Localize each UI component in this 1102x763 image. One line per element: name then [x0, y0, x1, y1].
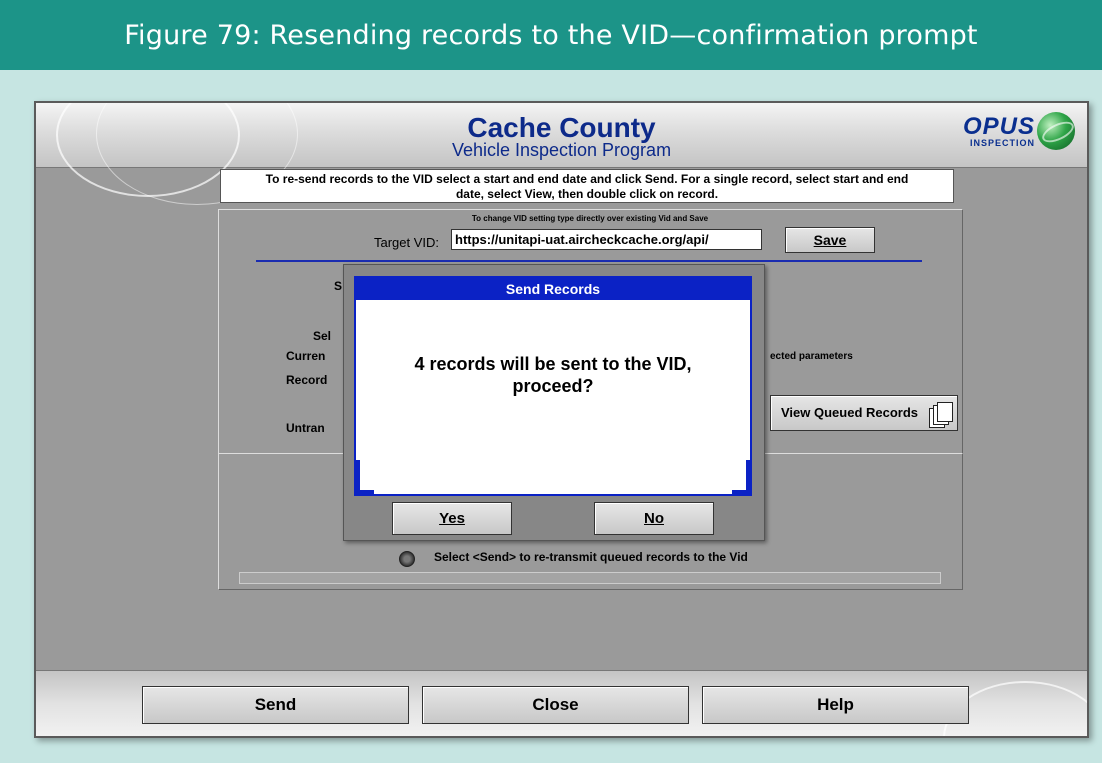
instructions-box: To re-send records to the VID select a s…: [220, 169, 954, 203]
records-label-partial: Record: [286, 373, 328, 387]
app-window: Cache County Vehicle Inspection Program …: [34, 101, 1089, 738]
save-button-label: Save: [813, 232, 847, 248]
send-button[interactable]: Send: [142, 686, 409, 724]
current-label-partial: Curren: [286, 349, 326, 363]
yes-button-label: Yes: [439, 510, 465, 527]
opus-logo-text: OPUS: [962, 113, 1035, 140]
untransmitted-label-partial: Untran: [286, 421, 325, 435]
figure-caption: Figure 79: Resending records to the VID—…: [0, 0, 1102, 70]
close-button[interactable]: Close: [422, 686, 689, 724]
dialog-message-line-2: proceed?: [512, 376, 594, 396]
dialog-title: Send Records: [356, 278, 750, 300]
send-hint-text: Select <Send> to re-transmit queued reco…: [434, 550, 748, 564]
change-vid-note: To change VID setting type directly over…: [471, 214, 709, 223]
target-vid-label: Target VID:: [374, 235, 440, 250]
divider: [256, 260, 922, 262]
opus-logo-subtext: INSPECTION: [969, 138, 1035, 148]
dialog-message: 4 records will be sent to the VID, proce…: [356, 353, 750, 397]
instructions-line-2: date, select View, then double click on …: [455, 187, 719, 201]
help-button[interactable]: Help: [702, 686, 969, 724]
globe-logo-icon: [1037, 112, 1075, 150]
dialog-corner-decoration: [354, 460, 374, 496]
title-bar: Cache County Vehicle Inspection Program …: [36, 103, 1087, 205]
dialog-corner-decoration: [732, 460, 752, 496]
refresh-icon: [399, 551, 415, 567]
dialog-content: Send Records 4 records will be sent to t…: [354, 276, 752, 496]
progress-bar: [239, 572, 941, 584]
save-button[interactable]: Save: [785, 227, 875, 253]
selected-parameters-label-partial: ected parameters: [770, 351, 853, 362]
view-queued-records-label: View Queued Records: [781, 405, 919, 420]
send-records-dialog: Send Records 4 records will be sent to t…: [343, 264, 765, 541]
view-queued-records-button[interactable]: View Queued Records: [770, 395, 958, 431]
select-label-partial: Sel: [313, 329, 332, 343]
no-button[interactable]: No: [594, 502, 714, 535]
yes-button[interactable]: Yes: [392, 502, 512, 535]
close-button-label: Close: [532, 695, 579, 714]
no-button-label: No: [644, 510, 664, 527]
target-vid-input[interactable]: https://unitapi-uat.aircheckcache.org/ap…: [451, 229, 762, 250]
send-button-label: Send: [254, 695, 297, 714]
dialog-message-line-1: 4 records will be sent to the VID,: [414, 354, 692, 374]
instructions-line-1: To re-send records to the VID select a s…: [265, 172, 909, 186]
brand-subtitle: Vehicle Inspection Program: [451, 140, 672, 160]
help-button-label: Help: [817, 695, 854, 714]
start-date-label-partial: S: [334, 279, 343, 293]
documents-icon: [929, 402, 953, 428]
